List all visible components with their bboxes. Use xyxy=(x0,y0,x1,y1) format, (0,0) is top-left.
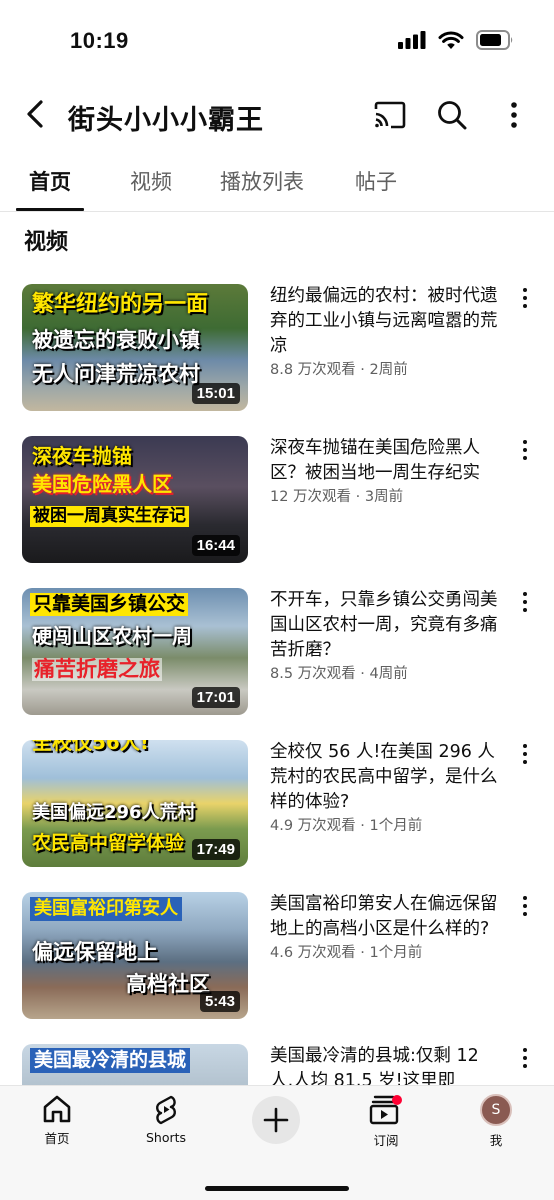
channel-title: 街头小小小霸王 xyxy=(68,105,264,136)
thumbnail-caption: 深夜车抛锚 xyxy=(32,444,132,468)
nav-subscriptions[interactable]: 订阅 xyxy=(346,1094,426,1149)
video-stats: 8.5 万次观看 · 4周前 xyxy=(270,666,408,682)
overflow-menu-button[interactable] xyxy=(496,97,532,133)
video-title[interactable]: 美国富裕印第安人在偏远保留地上的高档小区是什么样的? xyxy=(270,892,498,942)
thumbnail-caption: 只靠美国乡镇公交 xyxy=(30,593,189,616)
bottom-navigation: 首页 Shorts 订阅 S 我 xyxy=(0,1085,554,1200)
subscriptions-icon xyxy=(369,1095,402,1125)
video-duration: 15:01 xyxy=(191,383,240,404)
nav-home-label: 首页 xyxy=(44,1131,70,1146)
nav-me-label: 我 xyxy=(489,1133,503,1148)
video-item[interactable]: 美国富裕印第安人 偏远保留地上 高档社区 5:43 美国富裕印第安人在偏远保留地… xyxy=(0,892,554,1032)
video-meta: 全校仅 56 人!在美国 296 人荒村的农民高中留学，是什么样的体验? 4.9… xyxy=(270,740,498,837)
video-stats: 8.8 万次观看 · 2周前 xyxy=(270,362,408,378)
battery-icon xyxy=(476,30,513,50)
active-tab-indicator xyxy=(16,208,84,211)
tab-home[interactable]: 首页 xyxy=(29,166,71,196)
video-more-button[interactable] xyxy=(515,1046,535,1070)
home-indicator xyxy=(205,1186,349,1191)
cellular-signal-icon xyxy=(398,31,426,49)
video-meta: 深夜车抛锚在美国危险黑人区？被困当地一周生存纪实 12 万次观看 · 3周前 xyxy=(270,436,498,508)
thumbnail-caption: 全校仅56人! xyxy=(32,740,149,754)
video-thumbnail[interactable]: 只靠美国乡镇公交 硬闯山区农村一周 痛苦折磨之旅 17:01 xyxy=(22,588,248,715)
video-thumbnail[interactable]: 繁华纽约的另一面 被遗忘的衰败小镇 无人问津荒凉农村 15:01 xyxy=(22,284,248,411)
tab-playlists[interactable]: 播放列表 xyxy=(220,166,304,196)
video-duration: 16:44 xyxy=(191,535,240,556)
status-bar: 10:19 xyxy=(0,0,554,80)
thumbnail-caption: 被遗忘的衰败小镇 xyxy=(32,328,200,352)
video-item[interactable]: 只靠美国乡镇公交 硬闯山区农村一周 痛苦折磨之旅 17:01 不开车，只靠乡镇公… xyxy=(0,588,554,728)
cast-icon xyxy=(374,101,406,129)
video-thumbnail[interactable]: 全校仅56人! 美国偏远296人荒村 农民高中留学体验 17:49 xyxy=(22,740,248,867)
channel-tabs: 首页 视频 播放列表 帖子 xyxy=(0,150,554,212)
back-arrow-icon xyxy=(27,100,43,128)
thumbnail-caption: 无人问津荒凉农村 xyxy=(32,362,200,386)
wifi-icon xyxy=(438,31,464,49)
nav-subscriptions-label: 订阅 xyxy=(373,1133,399,1148)
video-title[interactable]: 纽约最偏远的农村：被时代遗弃的工业小镇与远离喧嚣的荒凉 xyxy=(270,284,498,359)
thumbnail-caption: 美国富裕印第安人 xyxy=(30,897,182,921)
video-item[interactable]: 全校仅56人! 美国偏远296人荒村 农民高中留学体验 17:49 全校仅 56… xyxy=(0,740,554,880)
video-stats: 4.9 万次观看 · 1个月前 xyxy=(270,818,423,834)
video-thumbnail[interactable]: 深夜车抛锚 美国危险黑人区 被困一周真实生存记 16:44 xyxy=(22,436,248,563)
video-title[interactable]: 深夜车抛锚在美国危险黑人区？被困当地一周生存纪实 xyxy=(270,436,498,486)
create-button[interactable] xyxy=(252,1096,300,1144)
nav-shorts[interactable]: Shorts xyxy=(126,1094,206,1145)
nav-home[interactable]: 首页 xyxy=(17,1094,97,1147)
thumbnail-caption: 美国危险黑人区 xyxy=(32,472,172,496)
shorts-icon xyxy=(156,1095,176,1125)
status-time: 10:19 xyxy=(70,28,129,53)
section-title: 视频 xyxy=(24,230,69,255)
nav-shorts-label: Shorts xyxy=(145,1130,187,1145)
thumbnail-caption: 美国最冷清的县城 xyxy=(30,1048,191,1073)
thumbnail-caption: 被困一周真实生存记 xyxy=(30,506,189,527)
plus-icon xyxy=(263,1107,289,1133)
video-meta: 纽约最偏远的农村：被时代遗弃的工业小镇与远离喧嚣的荒凉 8.8 万次观看 · 2… xyxy=(270,284,498,381)
video-stats: 4.6 万次观看 · 1个月前 xyxy=(270,945,423,961)
search-icon xyxy=(438,101,467,130)
video-thumbnail[interactable]: 美国富裕印第安人 偏远保留地上 高档社区 5:43 xyxy=(22,892,248,1019)
thumbnail-caption: 农民高中留学体验 xyxy=(32,832,185,854)
video-duration: 5:43 xyxy=(199,991,240,1012)
video-more-button[interactable] xyxy=(515,590,535,614)
video-meta: 美国富裕印第安人在偏远保留地上的高档小区是什么样的? 4.6 万次观看 · 1个… xyxy=(270,892,498,964)
video-more-button[interactable] xyxy=(515,438,535,462)
thumbnail-caption: 偏远保留地上 xyxy=(32,940,158,964)
channel-header: 街头小小小霸王 xyxy=(0,80,554,150)
avatar: S xyxy=(480,1094,512,1126)
video-more-button[interactable] xyxy=(515,894,535,918)
video-more-button[interactable] xyxy=(515,286,535,310)
status-icons xyxy=(398,30,514,50)
video-duration: 17:01 xyxy=(191,687,240,708)
thumbnail-caption: 痛苦折磨之旅 xyxy=(32,657,162,681)
thumbnail-caption: 美国偏远296人荒村 xyxy=(32,802,196,823)
thumbnail-caption: 高档社区 xyxy=(126,972,210,996)
video-item[interactable]: 深夜车抛锚 美国危险黑人区 被困一周真实生存记 16:44 深夜车抛锚在美国危险… xyxy=(0,436,554,576)
video-more-button[interactable] xyxy=(515,742,535,766)
video-title[interactable]: 全校仅 56 人!在美国 296 人荒村的农民高中留学，是什么样的体验? xyxy=(270,740,498,815)
cast-button[interactable] xyxy=(372,97,408,133)
back-button[interactable] xyxy=(18,96,52,132)
thumbnail-caption: 繁华纽约的另一面 xyxy=(32,292,209,317)
video-meta: 不开车，只靠乡镇公交勇闯美国山区农村一周，究竟有多痛苦折磨？ 8.5 万次观看 … xyxy=(270,588,498,685)
thumbnail-caption: 硬闯山区农村一周 xyxy=(32,624,192,648)
video-title[interactable]: 不开车，只靠乡镇公交勇闯美国山区农村一周，究竟有多痛苦折磨？ xyxy=(270,588,498,663)
home-icon xyxy=(43,1095,71,1123)
video-duration: 17:49 xyxy=(191,839,240,860)
tab-posts[interactable]: 帖子 xyxy=(355,166,397,196)
tab-videos[interactable]: 视频 xyxy=(130,166,172,196)
video-stats: 12 万次观看 · 3周前 xyxy=(270,489,404,505)
nav-me[interactable]: S 我 xyxy=(456,1094,536,1149)
search-button[interactable] xyxy=(434,97,470,133)
more-vertical-icon xyxy=(511,102,517,128)
video-item[interactable]: 繁华纽约的另一面 被遗忘的衰败小镇 无人问津荒凉农村 15:01 纽约最偏远的农… xyxy=(0,284,554,424)
